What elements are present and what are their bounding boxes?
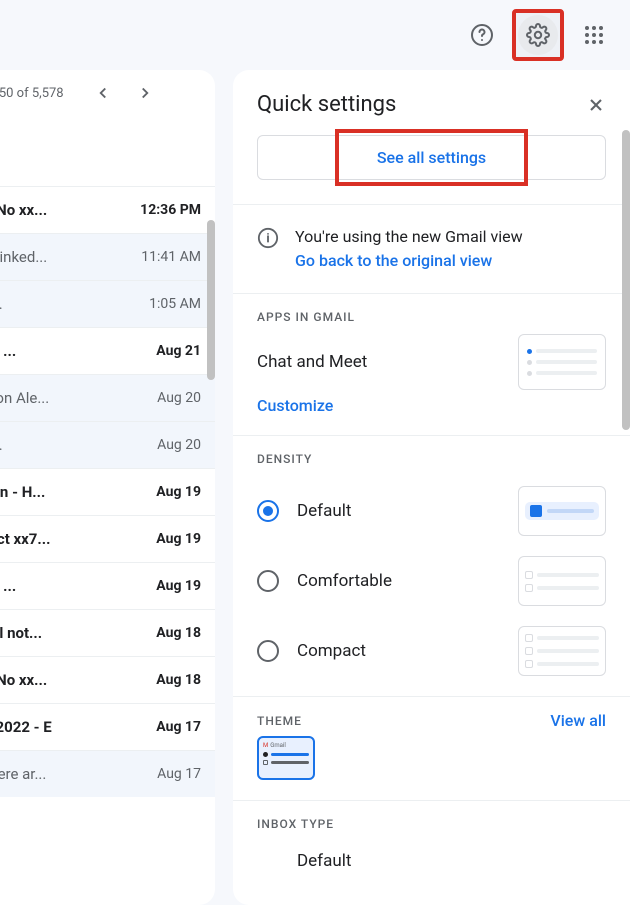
inbox-type-section-label: INBOX TYPE bbox=[233, 801, 630, 841]
close-settings-button[interactable] bbox=[586, 95, 606, 115]
quick-settings-title: Quick settings bbox=[257, 92, 396, 117]
email-date: Aug 18 bbox=[131, 625, 201, 641]
theme-swatch-default[interactable]: MGmail bbox=[257, 736, 315, 780]
email-subject: /c No xx... bbox=[0, 201, 125, 219]
density-compact-radio[interactable] bbox=[257, 640, 279, 662]
new-view-notice: You're using the new Gmail view bbox=[295, 225, 523, 249]
email-row[interactable]: edIn - H... Aug 19 bbox=[0, 468, 215, 515]
email-date: 12:36 PM bbox=[131, 202, 201, 218]
email-date: 11:41 AM bbox=[131, 249, 201, 265]
email-date: Aug 18 bbox=[131, 672, 201, 688]
density-compact-label: Compact bbox=[297, 641, 500, 661]
density-comfortable-radio[interactable] bbox=[257, 570, 279, 592]
apps-preview bbox=[518, 334, 606, 390]
email-date: Aug 20 bbox=[131, 437, 201, 453]
pager-prev-button[interactable] bbox=[88, 78, 118, 108]
email-row[interactable]: dia ... Aug 19 bbox=[0, 562, 215, 609]
email-row[interactable]: ir Linked... 11:41 AM bbox=[0, 233, 215, 280]
settings-scrollbar[interactable] bbox=[622, 130, 630, 430]
inbox-type-default-label: Default bbox=[297, 851, 606, 871]
density-comfortable-label: Comfortable bbox=[297, 571, 500, 591]
email-date: 1:05 AM bbox=[131, 296, 201, 312]
email-subject: edIn - H... bbox=[0, 483, 125, 501]
email-row[interactable]: /c No xx... Aug 18 bbox=[0, 656, 215, 703]
gear-icon bbox=[526, 23, 550, 47]
apps-grid-button[interactable] bbox=[574, 15, 614, 55]
email-date: Aug 19 bbox=[131, 578, 201, 594]
email-date: Aug 19 bbox=[131, 531, 201, 547]
chevron-left-icon bbox=[94, 84, 112, 102]
apps-section-label: APPS IN GMAIL bbox=[233, 294, 630, 334]
email-subject: - Here ar... bbox=[0, 765, 125, 783]
email-subject: Acct xx7... bbox=[0, 530, 125, 548]
email-row[interactable]: nail not... Aug 18 bbox=[0, 609, 215, 656]
email-subject: a ... bbox=[0, 295, 125, 313]
email-row[interactable]: a ... Aug 20 bbox=[0, 421, 215, 468]
email-subject: nail not... bbox=[0, 624, 125, 642]
density-comfortable-preview bbox=[518, 556, 606, 606]
email-row[interactable]: - Here ar... Aug 17 bbox=[0, 750, 215, 797]
customize-apps-link[interactable]: Customize bbox=[233, 390, 630, 435]
email-row[interactable]: st 2022 - E Aug 17 bbox=[0, 703, 215, 750]
email-subject: /c No xx... bbox=[0, 671, 125, 689]
theme-view-all-link[interactable]: View all bbox=[550, 711, 606, 730]
help-icon bbox=[470, 23, 494, 47]
close-icon bbox=[586, 95, 606, 115]
see-all-settings-button[interactable]: See all settings bbox=[257, 135, 606, 180]
pager-next-button[interactable] bbox=[130, 78, 160, 108]
info-icon bbox=[257, 227, 279, 249]
pager-text: 1–50 of 5,578 bbox=[0, 86, 64, 101]
email-date: Aug 21 bbox=[131, 343, 201, 359]
email-subject: dia ... bbox=[0, 577, 125, 595]
density-section-label: DENSITY bbox=[233, 436, 630, 476]
density-default-radio[interactable] bbox=[257, 500, 279, 522]
email-subject: a ... bbox=[0, 436, 125, 454]
quick-settings-panel: Quick settings See all settings You're u… bbox=[233, 70, 630, 905]
email-subject: ction Ale... bbox=[0, 389, 125, 407]
density-default-preview bbox=[518, 486, 606, 536]
email-subject: st 2022 - E bbox=[0, 718, 125, 736]
apps-grid-icon bbox=[584, 25, 604, 45]
inbox-pane: 1–50 of 5,578 /c No xx... 12:36 PM ir Link… bbox=[0, 70, 215, 905]
density-default-label: Default bbox=[297, 501, 500, 521]
email-date: Aug 20 bbox=[131, 390, 201, 406]
gear-highlight-box bbox=[512, 9, 564, 61]
settings-icon-button[interactable] bbox=[518, 15, 558, 55]
email-row[interactable]: a ... 1:05 AM bbox=[0, 280, 215, 327]
email-subject: dia ... bbox=[0, 342, 125, 360]
email-row[interactable]: Acct xx7... Aug 19 bbox=[0, 515, 215, 562]
inbox-scrollbar[interactable] bbox=[207, 220, 215, 380]
email-row[interactable]: dia ... Aug 21 bbox=[0, 327, 215, 374]
email-row[interactable]: /c No xx... 12:36 PM bbox=[0, 186, 215, 233]
chevron-right-icon bbox=[136, 84, 154, 102]
theme-section-label: THEME bbox=[257, 714, 302, 728]
email-date: Aug 17 bbox=[131, 719, 201, 735]
go-back-original-view-link[interactable]: Go back to the original view bbox=[295, 249, 523, 273]
density-compact-preview bbox=[518, 626, 606, 676]
email-date: Aug 17 bbox=[131, 766, 201, 782]
chat-and-meet-text: Chat and Meet bbox=[257, 352, 367, 372]
support-icon-button[interactable] bbox=[462, 15, 502, 55]
email-row[interactable]: ction Ale... Aug 20 bbox=[0, 374, 215, 421]
email-date: Aug 19 bbox=[131, 484, 201, 500]
email-subject: ir Linked... bbox=[0, 248, 125, 266]
